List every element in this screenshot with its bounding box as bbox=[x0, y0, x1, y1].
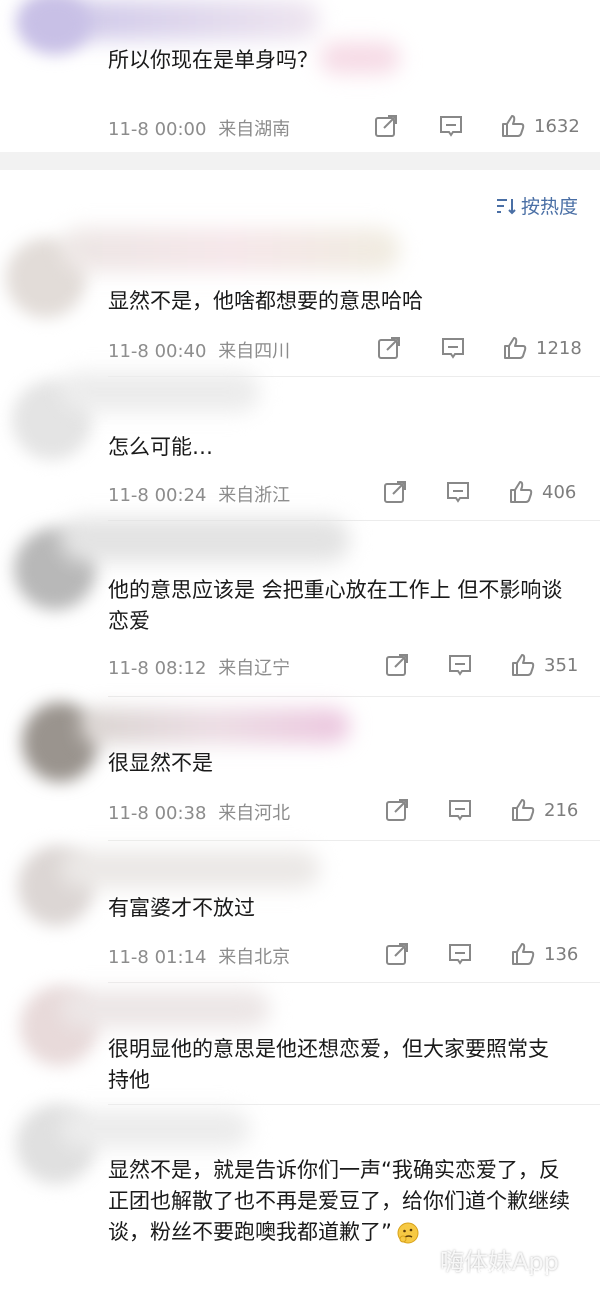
comment-icon bbox=[442, 338, 464, 359]
comment-time: 11-8 08:12 bbox=[108, 658, 207, 679]
thumbs-up-icon bbox=[502, 115, 525, 137]
watermark-url: HAPPYISH.COM bbox=[470, 1268, 551, 1278]
comment-icon bbox=[440, 116, 462, 137]
comment-meta: 11-8 00:00 来自湖南 1632 bbox=[108, 111, 582, 141]
comment-text: 他的意思应该是 会把重心放在工作上 但不影响谈恋爱 bbox=[108, 578, 563, 633]
blurred-username bbox=[60, 990, 270, 1028]
comment-separator bbox=[108, 840, 600, 841]
blurred-username bbox=[80, 708, 350, 744]
blurred-username bbox=[60, 850, 320, 888]
comment-location: 来自浙江 bbox=[218, 485, 291, 506]
repost-icon bbox=[386, 799, 408, 821]
like-button[interactable]: 1632 bbox=[500, 111, 580, 141]
comment-location: 来自北京 bbox=[218, 947, 291, 968]
sort-by-heat-button[interactable]: 按热度 bbox=[495, 192, 578, 219]
comment-text: 显然不是，他啥都想要的意思哈哈 bbox=[108, 289, 423, 313]
comment-button[interactable] bbox=[438, 111, 464, 141]
comment-meta: 11-8 00:40 来自四川 1218 bbox=[108, 333, 582, 363]
blurred-username bbox=[60, 1110, 250, 1148]
comment-meta: 11-8 01:14 来自北京 136 bbox=[108, 939, 582, 969]
comment-time: 11-8 00:40 bbox=[108, 341, 207, 362]
repost-icon bbox=[384, 481, 406, 503]
like-count: 136 bbox=[544, 943, 579, 965]
comment-text: 怎么可能… bbox=[108, 435, 213, 459]
repost-icon bbox=[375, 115, 397, 137]
comment-separator bbox=[108, 696, 600, 697]
repost-button[interactable] bbox=[373, 111, 399, 141]
comment-text: 很显然不是 bbox=[108, 751, 213, 775]
comment-button[interactable] bbox=[440, 333, 466, 363]
comment-text: 很明显他的意思是他还想恋爱，但大家要照常支持他 bbox=[108, 1037, 549, 1092]
like-button[interactable]: 216 bbox=[510, 795, 578, 825]
thinking-emoji-icon bbox=[397, 1222, 419, 1244]
comment-button[interactable] bbox=[447, 795, 473, 825]
comment-location: 来自四川 bbox=[218, 341, 291, 362]
comment-location: 来自湖南 bbox=[218, 119, 291, 140]
comment-time: 11-8 01:14 bbox=[108, 947, 207, 968]
repost-button[interactable] bbox=[384, 650, 410, 680]
comment-meta: 11-8 00:38 来自河北 216 bbox=[108, 795, 582, 825]
comment-icon bbox=[447, 482, 469, 503]
comment-separator bbox=[108, 1104, 600, 1105]
repost-button[interactable] bbox=[384, 795, 410, 825]
thumbs-up-icon bbox=[512, 799, 535, 821]
avatar bbox=[20, 0, 90, 54]
comment-text: 显然不是，就是告诉你们一声“我确实恋爱了，反正团也解散了也不再是爱豆了，给你们道… bbox=[108, 1155, 576, 1248]
blurred-username bbox=[60, 372, 260, 412]
comment-location: 来自河北 bbox=[218, 803, 291, 824]
repost-icon bbox=[386, 943, 408, 965]
repost-icon bbox=[386, 654, 408, 676]
thumbs-up-icon bbox=[512, 943, 535, 965]
repost-button[interactable] bbox=[382, 477, 408, 507]
thumbs-up-icon bbox=[510, 481, 533, 503]
comment-time: 11-8 00:38 bbox=[108, 803, 207, 824]
sort-label: 按热度 bbox=[520, 196, 578, 218]
like-button[interactable]: 1218 bbox=[502, 333, 582, 363]
blurred-username bbox=[60, 228, 400, 272]
comment-text: 所以你现在是单身吗？ bbox=[108, 48, 318, 72]
repost-button[interactable] bbox=[376, 333, 402, 363]
sort-icon bbox=[496, 198, 516, 214]
blurred-username bbox=[60, 518, 350, 562]
thumbs-up-icon bbox=[512, 654, 535, 676]
comment-meta: 11-8 00:24 来自浙江 406 bbox=[108, 477, 582, 507]
comment-icon bbox=[449, 944, 471, 965]
comment-icon bbox=[449, 800, 471, 821]
comment-time: 11-8 00:00 bbox=[108, 119, 207, 140]
like-button[interactable]: 136 bbox=[510, 939, 578, 969]
section-divider bbox=[0, 152, 600, 170]
like-button[interactable]: 406 bbox=[508, 477, 576, 507]
like-count: 1218 bbox=[536, 337, 582, 359]
comment-separator bbox=[108, 982, 600, 983]
comment-location: 来自辽宁 bbox=[218, 658, 291, 679]
thumbs-up-icon bbox=[504, 337, 527, 359]
comment-button[interactable] bbox=[447, 650, 473, 680]
like-count: 1632 bbox=[534, 115, 580, 137]
comment-meta: 11-8 08:12 来自辽宁 351 bbox=[108, 650, 582, 680]
comment-button[interactable] bbox=[445, 477, 471, 507]
comment-body: 显然不是，就是告诉你们一声“我确实恋爱了，反正团也解散了也不再是爱豆了，给你们道… bbox=[108, 1158, 570, 1244]
comment-button[interactable] bbox=[447, 939, 473, 969]
like-count: 406 bbox=[542, 481, 577, 503]
repost-icon bbox=[378, 337, 400, 359]
comment-text: 有富婆才不放过 bbox=[108, 896, 255, 920]
repost-button[interactable] bbox=[384, 939, 410, 969]
like-button[interactable]: 351 bbox=[510, 650, 578, 680]
like-count: 216 bbox=[544, 799, 579, 821]
comment-time: 11-8 00:24 bbox=[108, 485, 207, 506]
like-count: 351 bbox=[544, 654, 579, 676]
comment-icon bbox=[449, 655, 471, 676]
